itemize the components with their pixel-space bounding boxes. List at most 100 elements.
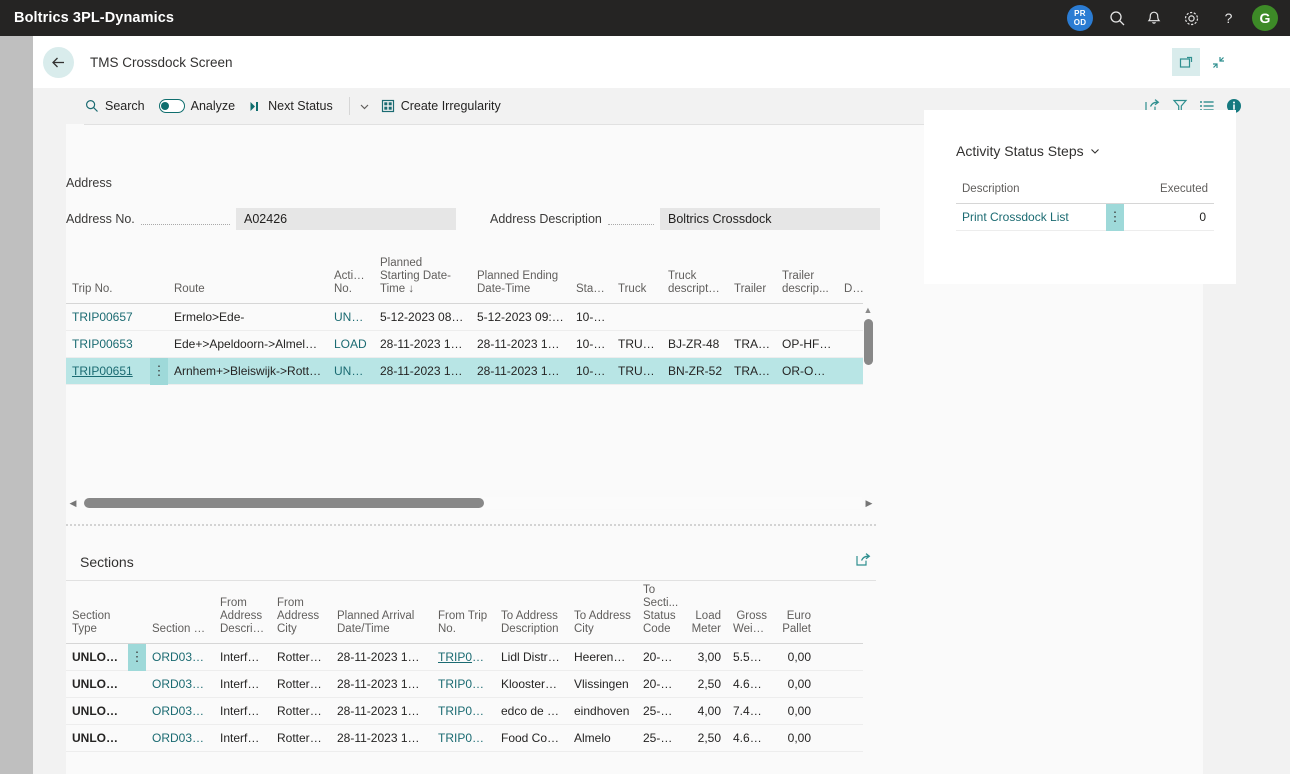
column-header-activity-no[interactable]: Activity No.: [328, 270, 374, 303]
column-header-trailer-description[interactable]: Trailer descrip...: [776, 270, 838, 303]
column-header-from-address-description[interactable]: From Address Descrip...: [214, 597, 271, 643]
column-header-section-no[interactable]: Section No.: [146, 623, 214, 643]
next-status-dropdown[interactable]: [358, 100, 371, 113]
column-header-planned-start[interactable]: Planned Starting Date-Time ↓: [374, 257, 471, 303]
scroll-up-arrow-icon[interactable]: ▲: [864, 304, 873, 316]
activity-status-steps-body: Print Crossdock List ⋮ 0: [956, 203, 1214, 231]
cell-from-trip-no[interactable]: TRIP00651: [432, 704, 495, 718]
cell-to-status-code: 25-PL...: [643, 704, 685, 718]
cell-to-address-city: eindhoven: [574, 704, 630, 718]
back-arrow-icon[interactable]: [43, 46, 74, 78]
table-row[interactable]: TRIP00653 Ede+>Apeldoorn->Almelo->Hoog...…: [66, 331, 863, 358]
scroll-right-arrow-icon[interactable]: ▶: [862, 498, 876, 509]
scrollbar-thumb[interactable]: [84, 498, 484, 508]
activity-status-steps-header: Description Executed: [956, 168, 1214, 204]
row-menu-icon[interactable]: ⋮: [128, 643, 146, 671]
cell-activity-no[interactable]: UNLOAD: [328, 310, 374, 324]
trips-horizontal-scrollbar[interactable]: ◀ ▶: [66, 494, 876, 512]
cell-gross-weight: 4.625...: [733, 731, 773, 745]
row-menu-icon[interactable]: ⋮: [150, 357, 168, 385]
table-row[interactable]: UNLOAD ⋮ ORD03791 Interfast... Rotterdam 28-1…: [66, 643, 863, 671]
column-header-executed[interactable]: Executed: [1106, 183, 1214, 203]
analyze-label: Analyze: [190, 99, 236, 113]
column-header-truck-description[interactable]: Truck description: [662, 270, 728, 303]
create-irregularity-button[interactable]: Create Irregularity: [381, 99, 501, 113]
cell-euro-pallet: 0,00: [787, 731, 811, 745]
scrollbar-thumb[interactable]: [863, 319, 873, 365]
column-header-to-address-city[interactable]: To Address City: [568, 610, 637, 643]
column-header-route[interactable]: Route: [168, 283, 328, 303]
cell-from-address-city: Rotterdam: [277, 650, 331, 664]
environment-badge[interactable]: PR OD: [1067, 5, 1093, 31]
user-avatar[interactable]: G: [1252, 5, 1278, 31]
cell-trip-no[interactable]: TRIP00651: [66, 364, 150, 378]
trips-grid-body: TRIP00657 Ermelo>Ede- UNLOAD 5-12-2023 08:0…: [66, 304, 863, 385]
cell-planned-arrival: 28-11-2023 15:00: [337, 731, 431, 745]
column-header-from-address-city[interactable]: From Address City: [271, 597, 331, 643]
app-brand-title: Boltrics 3PL-Dynamics: [14, 10, 175, 26]
help-question-icon[interactable]: ?: [1215, 5, 1241, 31]
column-header-planned-end[interactable]: Planned Ending Date-Time: [471, 270, 570, 303]
column-header-euro-pallet[interactable]: Euro Pallet: [773, 610, 817, 643]
analyze-switch[interactable]: [158, 99, 185, 113]
cell-from-trip-no[interactable]: TRIP00651: [432, 731, 495, 745]
address-group-title: Address: [66, 176, 112, 190]
cell-from-trip-no[interactable]: TRIP00651: [432, 650, 495, 664]
column-header-section-type[interactable]: Section Type: [66, 610, 128, 643]
row-menu-icon[interactable]: ⋮: [1106, 203, 1124, 231]
table-row[interactable]: UNLOAD ORD03794 Interfast... Rotterdam 28-11…: [66, 671, 863, 698]
cell-status: 10-N...: [576, 337, 612, 351]
table-row[interactable]: TRIP00657 Ermelo>Ede- UNLOAD 5-12-2023 08:0…: [66, 304, 863, 331]
cell-activity-no[interactable]: LOAD: [328, 337, 374, 351]
cell-section-no[interactable]: ORD03793: [146, 731, 214, 745]
cell-trip-no[interactable]: TRIP00653: [66, 337, 150, 351]
column-header-truck[interactable]: Truck: [612, 283, 662, 303]
notification-bell-icon[interactable]: [1141, 5, 1167, 31]
column-header-planned-arrival[interactable]: Planned Arrival Date/Time: [331, 610, 432, 643]
trips-vertical-scrollbar[interactable]: ▲: [861, 304, 875, 389]
address-description-input[interactable]: Boltrics Crossdock: [660, 208, 880, 230]
activity-status-steps-title[interactable]: Activity Status Steps: [956, 143, 1101, 159]
cell-activity-no[interactable]: UNLOAD: [328, 364, 374, 378]
table-row[interactable]: UNLOAD ORD03792 Interfast... Rotterdam 28-11…: [66, 698, 863, 725]
address-no-input[interactable]: A02426: [236, 208, 456, 230]
table-row[interactable]: Print Crossdock List ⋮ 0: [956, 203, 1214, 231]
cell-planned-end: 5-12-2023 09:00: [477, 310, 566, 324]
column-header-to-address-description[interactable]: To Address Description: [495, 610, 568, 643]
column-header-load-meter[interactable]: Load Meter: [685, 610, 727, 643]
column-header-to-status-code[interactable]: To Secti... Status Code: [637, 584, 685, 643]
next-status-button[interactable]: Next Status: [249, 99, 333, 113]
search-button[interactable]: Search: [85, 99, 145, 113]
search-icon[interactable]: [1104, 5, 1130, 31]
scrollbar-track[interactable]: [80, 497, 862, 509]
cell-load-meter: 2,50: [697, 677, 721, 691]
column-header-trailer[interactable]: Trailer: [728, 283, 776, 303]
cell-description[interactable]: Print Crossdock List: [956, 210, 1106, 224]
analyze-toggle[interactable]: Analyze: [158, 99, 236, 113]
column-header-trip-no[interactable]: Trip No.: [66, 283, 150, 303]
column-header-status[interactable]: Stat...: [570, 283, 612, 303]
cell-section-no[interactable]: ORD03794: [146, 677, 214, 691]
cell-from-address-description: Interfast...: [220, 731, 271, 745]
sections-export-icon[interactable]: [855, 552, 872, 573]
column-header-description[interactable]: Description: [956, 183, 1106, 203]
cell-to-address-description: Kloosterbo...: [501, 677, 568, 691]
page-canvas: TMS Crossdock Screen Search Analyze Next…: [33, 36, 1290, 774]
collapse-icon[interactable]: [1204, 48, 1232, 76]
cell-to-status-code: 25-PL...: [643, 731, 685, 745]
cell-section-no[interactable]: ORD03792: [146, 704, 214, 718]
cell-trip-no[interactable]: TRIP00657: [66, 310, 150, 324]
table-row[interactable]: TRIP00651⋮ Arnhem+>Bleiswijk->Rotterdam+.…: [66, 357, 863, 385]
column-header-from-trip-no[interactable]: From Trip No.: [432, 610, 495, 643]
cell-from-trip-no[interactable]: TRIP00651: [432, 677, 495, 691]
settings-gear-icon[interactable]: [1178, 5, 1204, 31]
cell-planned-start: 28-11-2023 17:00: [380, 337, 471, 351]
open-new-window-icon[interactable]: [1172, 48, 1200, 76]
column-header-driver[interactable]: Dri: [838, 283, 863, 303]
cell-section-no[interactable]: ORD03791: [146, 650, 214, 664]
table-row[interactable]: UNLOAD ORD03793 Interfast... Rotterdam 28-11…: [66, 725, 863, 752]
column-header-gross-weight[interactable]: Gross Weight: [727, 610, 773, 643]
cell-to-address-city: Heerenveen: [574, 650, 637, 664]
cell-from-address-city: Rotterdam: [277, 677, 331, 691]
scroll-left-arrow-icon[interactable]: ◀: [66, 498, 80, 509]
